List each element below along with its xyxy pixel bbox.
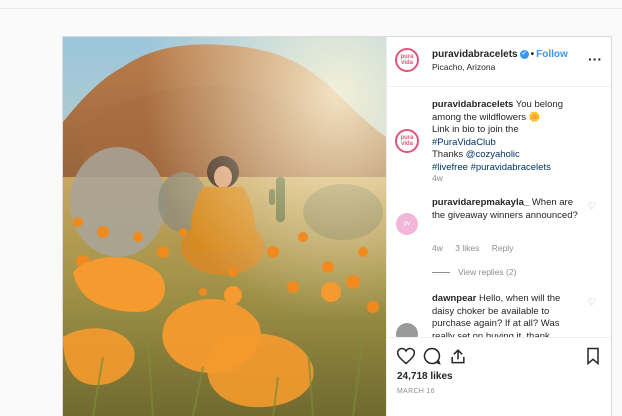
avatar-text: pura vida (400, 54, 414, 66)
comments-list[interactable]: pura vida puravidabracelets You belong a… (387, 87, 611, 377)
post-location[interactable]: Picacho, Arizona (432, 62, 495, 72)
brand-avatar[interactable]: pura vida (395, 48, 419, 72)
caption-username[interactable]: puravidabracelets (432, 99, 513, 110)
separator-dot: • (530, 49, 535, 60)
comment-text: puravidarepmakayla_ When are the giveawa… (432, 197, 582, 222)
hashtag-puravidaclub[interactable]: #PuraVidaClub (432, 137, 496, 148)
comment-meta: 4w 3 likes Reply (432, 243, 523, 253)
header-username-row: puravidabracelets ✓ • Follow (432, 49, 568, 60)
verified-badge-icon: ✓ (519, 49, 529, 59)
top-nav-edge (0, 0, 622, 9)
post-photo[interactable] (63, 37, 386, 416)
comment-username[interactable]: puravidarepmakayla_ (432, 197, 529, 208)
commenter-avatar[interactable]: pv (396, 213, 418, 235)
like-heart-icon[interactable] (396, 346, 416, 366)
post-header: pura vida puravidabracelets ✓ • Follow Pica… (387, 37, 611, 87)
hashtag-puravidabracelets[interactable]: #puravidabracelets (471, 162, 551, 173)
comment-text: dawnpear Hello, when will the daisy chok… (432, 293, 582, 343)
caption-text: puravidabracelets You belong among the w… (432, 99, 582, 174)
post-actions: 24,718 likes MARCH 16 (387, 337, 611, 416)
share-icon[interactable] (448, 346, 468, 366)
comment-username[interactable]: dawnpear (432, 293, 476, 304)
comment-time[interactable]: 4w (432, 243, 443, 253)
post-sidebar: pura vida puravidabracelets ✓ • Follow Pica… (386, 37, 611, 416)
comment-bubble-icon[interactable] (422, 346, 442, 366)
comment-reply-button[interactable]: Reply (492, 243, 514, 253)
sunflower-emoji-icon: 🌼 (528, 111, 541, 123)
more-options-icon[interactable]: ··· (588, 51, 602, 67)
caption-thanks: Thanks (432, 149, 464, 160)
save-bookmark-icon[interactable] (583, 346, 603, 366)
likes-count[interactable]: 24,718 likes (397, 371, 453, 382)
comment-like-heart-icon[interactable]: ♡ (588, 297, 596, 308)
hashtag-livefree[interactable]: #livefree (432, 162, 468, 173)
post-card: pura vida puravidabracelets ✓ • Follow Pica… (62, 36, 612, 416)
comment-like-heart-icon[interactable]: ♡ (588, 201, 596, 212)
post-date: MARCH 16 (397, 388, 435, 395)
avatar-text: pv (403, 221, 411, 227)
view-replies-button[interactable]: View replies (2) (432, 267, 516, 277)
header-username[interactable]: puravidabracelets (432, 49, 518, 60)
avatar-text: pura vida (400, 135, 414, 147)
caption-meta: 4w (432, 173, 453, 183)
caption-avatar[interactable]: pura vida (395, 129, 419, 153)
follow-button[interactable]: Follow (536, 49, 568, 60)
caption-time[interactable]: 4w (432, 173, 443, 183)
wildflower-photo (63, 37, 386, 416)
mention-cozyaholic[interactable]: @cozyaholic (466, 149, 520, 160)
comment-likes[interactable]: 3 likes (455, 243, 479, 253)
caption-line-2: Link in bio to join the (432, 124, 519, 135)
